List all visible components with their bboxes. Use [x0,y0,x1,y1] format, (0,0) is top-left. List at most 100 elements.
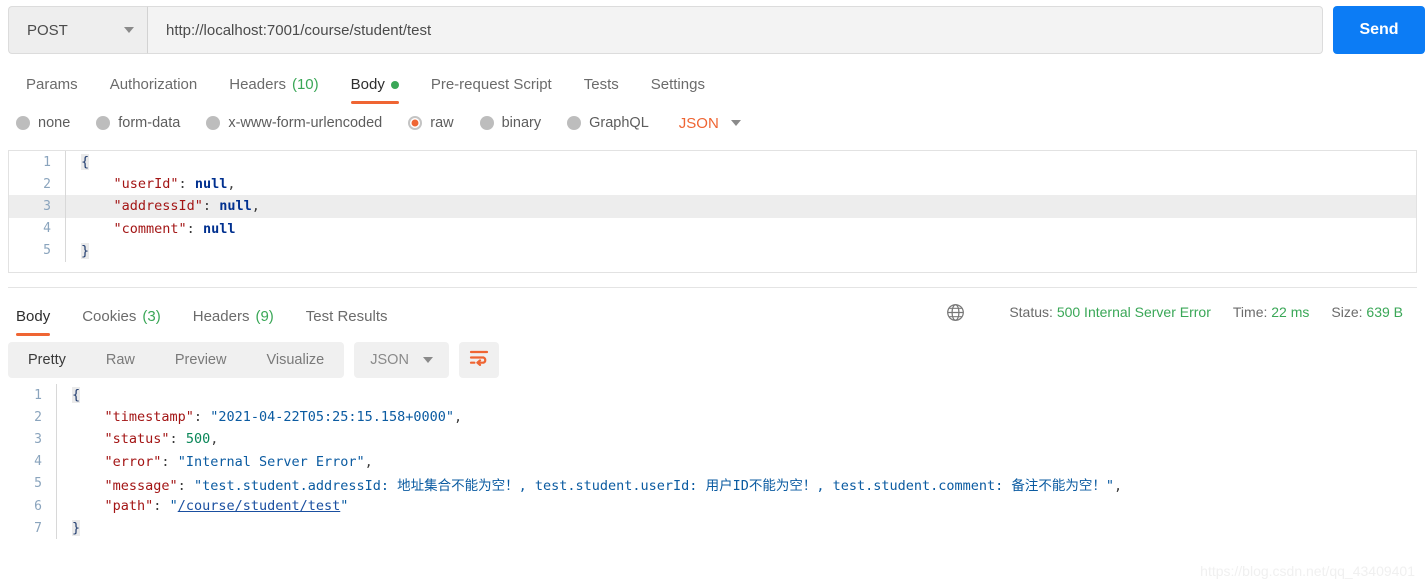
fold-rail [56,517,67,540]
size-value: 639 B [1366,304,1403,320]
body-type-raw[interactable]: raw [408,115,454,131]
chevron-down-icon [124,27,134,33]
view-preview[interactable]: Preview [155,342,247,378]
response-language-dropdown[interactable]: JSON [354,342,449,378]
tab-settings-label: Settings [650,76,705,93]
chevron-down-icon [730,120,741,126]
response-tab-cookies[interactable]: Cookies (3) [66,308,177,336]
tab-headers-label: Headers [229,76,286,93]
status-code-item[interactable]: Status: 500 Internal Server Error [1009,304,1211,320]
response-key-timestamp: "timestamp" [104,409,194,426]
response-key-status: "status" [104,431,170,448]
view-raw[interactable]: Raw [86,342,155,378]
body-type-form-data[interactable]: form-data [96,115,180,131]
response-tab-test-results[interactable]: Test Results [290,308,404,336]
tab-tests-label: Tests [583,76,619,93]
request-url-input[interactable]: http://localhost:7001/course/student/tes… [148,6,1323,54]
line-number: 5 [34,476,42,492]
json-open-brace: { [81,154,90,171]
code-line: 2 "timestamp": "2021-04-22T05:25:15.158+… [0,406,1425,429]
http-method-dropdown[interactable]: POST [8,6,148,54]
wrap-lines-button[interactable] [458,342,499,378]
line-number: 2 [43,176,51,192]
body-type-none-label: none [38,115,71,131]
code-line: 4 "comment": null [9,217,1416,240]
line-number: 3 [34,431,42,447]
code-line: 5 } [9,239,1416,262]
code-line: 3 "status": 500, [0,428,1425,451]
view-visualize[interactable]: Visualize [246,342,344,378]
tab-headers[interactable]: Headers (10) [213,76,334,104]
response-tab-headers-count: (9) [255,308,274,325]
response-value-path[interactable]: /course/student/test [178,498,341,514]
response-tab-body-label: Body [16,308,51,325]
fold-rail [56,494,67,518]
line-number: 6 [34,498,42,514]
size-label: Size: [1331,304,1363,320]
response-body-viewer[interactable]: 1 { 2 "timestamp": "2021-04-22T05:25:15.… [0,384,1425,559]
response-header: Body Cookies (3) Headers (9) Test Result… [0,288,1425,336]
body-type-urlencoded[interactable]: x-www-form-urlencoded [206,115,382,131]
body-type-selector: none form-data x-www-form-urlencoded raw… [0,104,1425,142]
json-close-brace: } [81,242,90,259]
time-label: Time: [1232,304,1268,320]
tab-authorization[interactable]: Authorization [94,76,214,104]
time-value: 22 ms [1271,304,1310,320]
response-tab-body[interactable]: Body [0,308,66,336]
request-body-editor[interactable]: 1 { 2 "userId": null, 3 "addressId": nul… [8,150,1417,273]
response-tab-cookies-count: (3) [142,308,161,325]
response-tab-cookies-label: Cookies [82,308,137,325]
fold-rail [56,406,67,429]
response-time-item[interactable]: Time: 22 ms [1233,304,1310,320]
response-tab-headers[interactable]: Headers (9) [177,308,290,336]
response-language-value: JSON [370,352,409,368]
response-key-error: "error" [104,453,162,470]
line-number: 1 [43,154,51,170]
tab-params-label: Params [26,76,78,93]
body-modified-dot-icon [390,80,399,89]
tab-tests[interactable]: Tests [568,76,635,104]
json-close-brace: } [72,520,81,537]
response-key-path: "path" [104,498,154,515]
request-body-line-4: "comment": null [113,220,236,237]
line-number: 7 [34,520,42,536]
fold-rail [65,173,76,196]
tab-authorization-label: Authorization [109,76,198,93]
response-view-switcher: Pretty Raw Preview Visualize [8,342,345,378]
request-body-line-2: "userId": null, [113,176,236,193]
watermark: https://blog.csdn.net/qq_43409401 [1200,563,1415,579]
tab-pre-request-script[interactable]: Pre-request Script [415,76,568,104]
code-line: 7 } [0,517,1425,540]
response-size-item[interactable]: Size: 639 B [1331,304,1403,320]
line-number: 2 [34,409,42,425]
response-format-toolbar: Pretty Raw Preview Visualize JSON [0,336,1425,384]
view-pretty[interactable]: Pretty [8,342,86,378]
request-tab-bar: Params Authorization Headers (10) Body P… [0,60,1425,104]
body-type-graphql[interactable]: GraphQL [567,115,649,131]
status-value: 500 Internal Server Error [1056,304,1211,320]
tab-body[interactable]: Body [335,76,415,104]
code-line: 2 "userId": null, [9,173,1416,196]
code-line: 4 "error": "Internal Server Error", [0,450,1425,473]
body-format-value: JSON [678,114,719,132]
tab-params[interactable]: Params [10,76,94,104]
response-status-bar: Status: 500 Internal Server Error Time: … [946,303,1415,322]
body-type-binary[interactable]: binary [479,115,541,131]
globe-icon[interactable] [946,303,965,322]
body-type-graphql-label: GraphQL [589,115,649,131]
radio-icon-form-data [96,116,111,130]
body-type-none[interactable]: none [16,115,70,131]
tab-settings[interactable]: Settings [635,76,721,104]
body-format-dropdown[interactable]: JSON [679,115,741,132]
send-button[interactable]: Send [1333,6,1425,54]
fold-rail [65,239,76,262]
response-key-message: "message" [104,477,178,494]
fold-rail [56,428,67,451]
radio-icon-binary [479,116,494,130]
tab-headers-count: (10) [291,76,319,93]
line-number: 4 [34,454,42,470]
code-line: 5 "message": "test.student.addressId: 地址… [0,472,1425,495]
response-value-status: 500 [185,431,211,448]
http-method-value: POST [27,21,68,39]
fold-rail [65,217,76,240]
